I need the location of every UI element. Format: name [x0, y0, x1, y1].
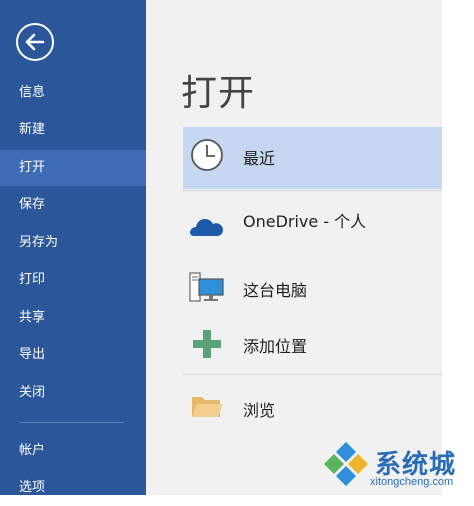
location-onedrive[interactable]: OneDrive - 个人 [183, 194, 442, 250]
watermark-url: xitongcheng.com [370, 476, 454, 488]
computer-icon [189, 272, 224, 302]
back-arrow-icon [25, 33, 45, 51]
cloud-icon [190, 219, 223, 236]
location-label: OneDrive - 个人 [243, 212, 367, 231]
right-panel [442, 0, 474, 495]
nav-item-print[interactable]: 打印 [0, 262, 146, 298]
clock-icon [191, 139, 223, 171]
separator [183, 374, 442, 375]
nav-item-account[interactable]: 帐户 [0, 433, 146, 469]
location-recent[interactable]: 最近 [183, 127, 442, 189]
sidebar: 信息 新建 打开 保存 另存为 打印 共享 导出 关闭 帐户 选项 [0, 0, 146, 495]
watermark: 系统城 xitongcheng.com [320, 438, 470, 494]
nav-item-new[interactable]: 新建 [0, 112, 146, 148]
nav-item-open[interactable]: 打开 [0, 150, 146, 186]
plus-icon [193, 330, 221, 358]
watermark-logo-icon [324, 442, 368, 486]
separator [183, 190, 442, 191]
location-this-pc[interactable]: 这台电脑 [183, 262, 442, 312]
nav-item-options[interactable]: 选项 [0, 470, 146, 506]
location-label: 浏览 [243, 401, 276, 420]
location-label: 添加位置 [243, 337, 308, 356]
nav-item-info[interactable]: 信息 [0, 75, 146, 111]
nav-item-save[interactable]: 保存 [0, 187, 146, 223]
location-label: 这台电脑 [243, 281, 308, 300]
back-button[interactable] [16, 23, 54, 61]
folder-icon [192, 397, 223, 417]
sidebar-divider [19, 422, 124, 423]
location-browse[interactable]: 浏览 [183, 384, 442, 430]
nav-item-export[interactable]: 导出 [0, 337, 146, 373]
nav-item-save-as[interactable]: 另存为 [0, 225, 146, 261]
nav-item-close[interactable]: 关闭 [0, 375, 146, 411]
location-label: 最近 [243, 149, 276, 168]
page-title: 打开 [181, 73, 256, 114]
nav-item-share[interactable]: 共享 [0, 300, 146, 336]
location-add-place[interactable]: 添加位置 [183, 320, 442, 368]
